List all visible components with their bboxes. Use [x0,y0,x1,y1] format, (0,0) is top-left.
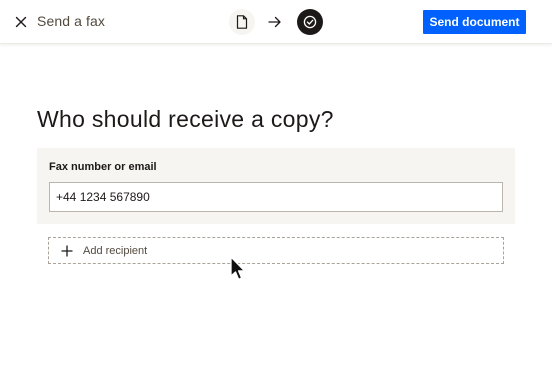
page-title: Send a fax [37,13,105,29]
top-bar: Send a fax Send document [0,0,552,44]
send-document-button[interactable]: Send document [423,10,526,34]
progress-steps [229,8,323,36]
step-arrow [265,12,285,32]
fax-number-input[interactable] [49,182,503,212]
check-circle-icon [303,15,317,29]
arrow-right-icon [268,16,281,28]
close-button[interactable] [10,11,32,33]
document-icon [236,15,248,29]
step-complete[interactable] [297,9,323,35]
add-recipient-label: Add recipient [83,244,148,257]
step-document[interactable] [229,9,255,35]
mouse-pointer-icon [230,256,246,280]
recipient-field-label: Fax number or email [49,161,157,173]
close-icon [15,16,27,28]
section-heading: Who should receive a copy? [37,106,334,132]
recipient-card: Fax number or email [37,148,515,224]
add-recipient-button[interactable]: Add recipient [48,237,504,264]
plus-icon [60,244,74,258]
